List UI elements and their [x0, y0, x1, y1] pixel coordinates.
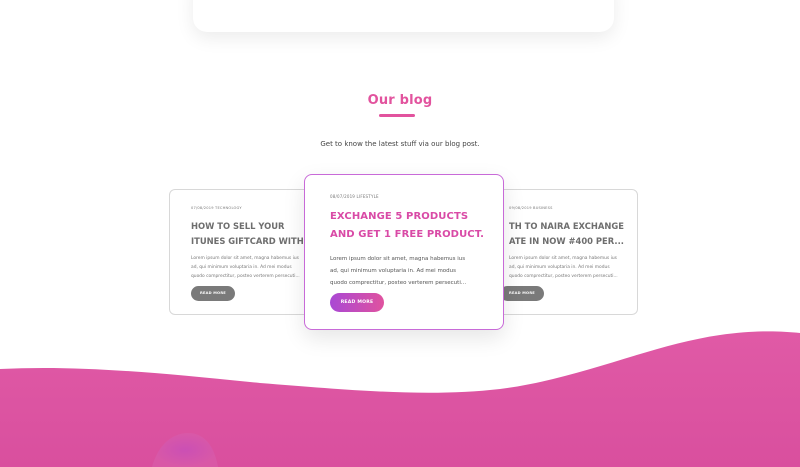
post-meta: 07/08/2019 TECHNOLOGY [191, 206, 242, 210]
post-excerpt-line3: quodo comprectitur, posteo verterem pers… [509, 274, 618, 279]
post-title-line2[interactable]: ATE IN NOW #400 PER... [509, 234, 624, 249]
blog-card-featured[interactable]: 08/07/2019 LIFESTYLE EXCHANGE 5 PRODUCTS… [304, 174, 504, 330]
post-meta: 08/07/2019 LIFESTYLE [330, 194, 379, 199]
post-excerpt-line3: quodo comprectitur, posteo verterem pers… [330, 280, 467, 286]
post-title-line1[interactable]: EXCHANGE 5 PRODUCTS [330, 208, 468, 226]
post-excerpt-line2: ad, qui minimum voluptaria in. Ad mei mo… [330, 268, 457, 274]
post-meta: 09/08/2019 BUSINESS [509, 206, 553, 210]
previous-section-card [193, 0, 614, 32]
post-title-line1[interactable]: TH TO NAIRA EXCHANGE [509, 219, 624, 234]
read-more-button[interactable]: READ MORE [330, 293, 384, 312]
post-excerpt-line1: Lorem ipsum dolor sit amet, magna habemu… [330, 256, 466, 262]
read-more-button[interactable]: READ MORE [500, 286, 544, 301]
read-more-button[interactable]: READ MORE [191, 286, 235, 301]
section-title: Our blog [367, 93, 433, 108]
post-title-line2[interactable]: AND GET 1 FREE PRODUCT. [330, 226, 484, 244]
post-title-line2[interactable]: ITUNES GIFTCARD WITH... [191, 234, 313, 249]
footer-wave [0, 331, 800, 467]
post-title-line1[interactable]: HOW TO SELL YOUR [191, 219, 285, 234]
title-underline [379, 114, 415, 117]
post-excerpt-line3: quodo comprectitur, posteo verterem pers… [191, 274, 300, 279]
section-subtitle: Get to know the latest stuff via our blo… [320, 140, 480, 148]
